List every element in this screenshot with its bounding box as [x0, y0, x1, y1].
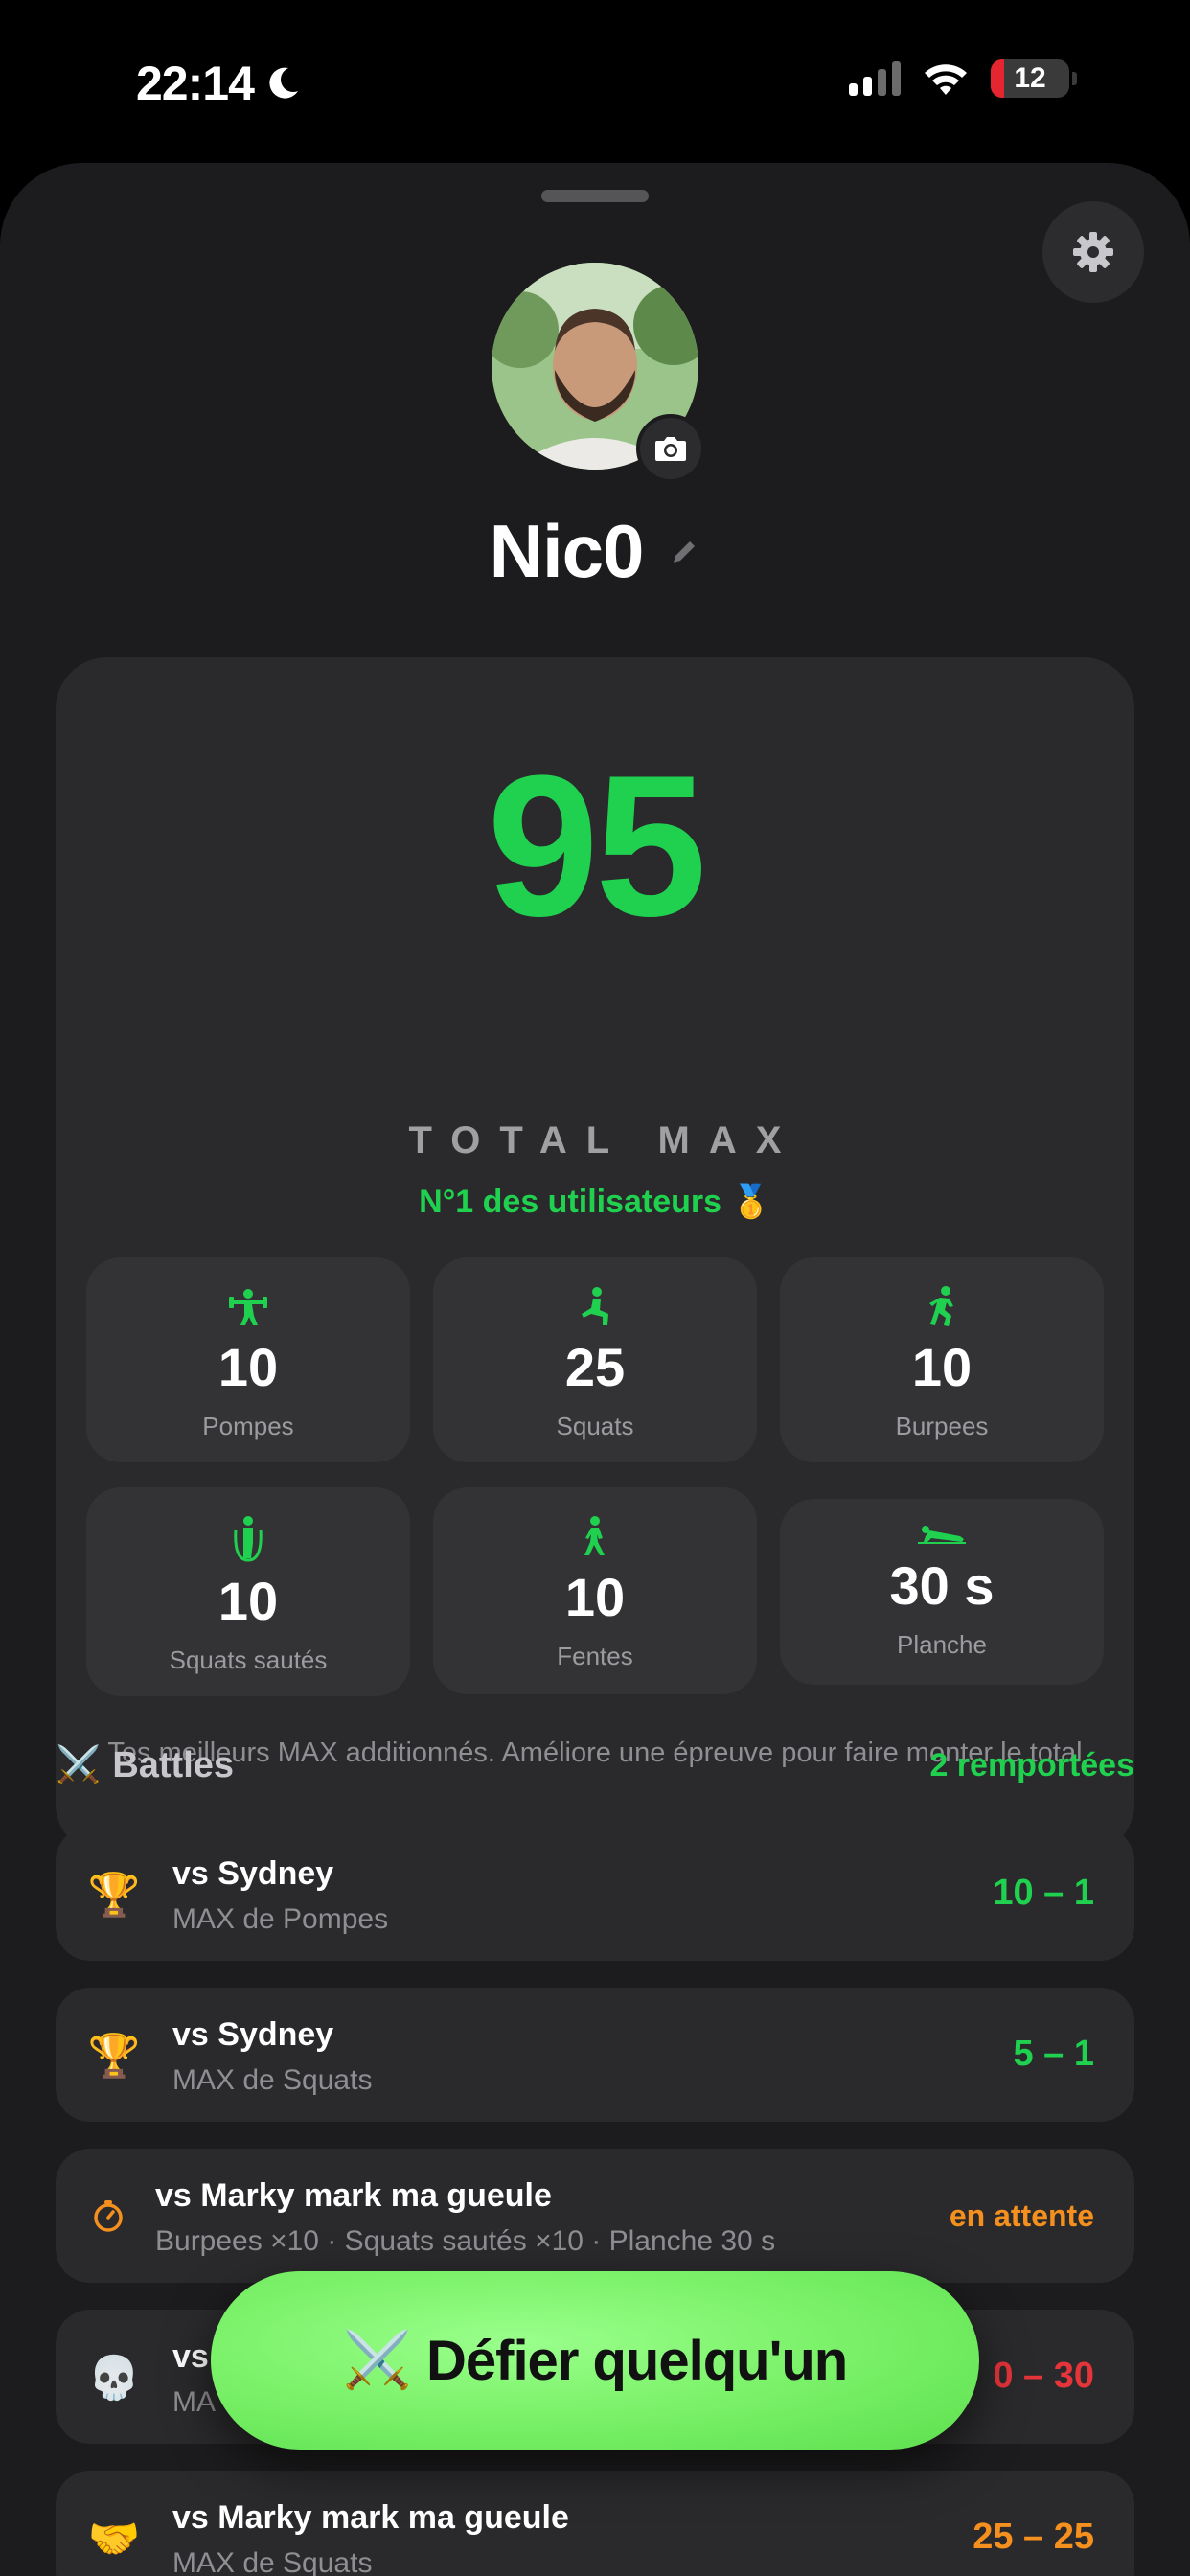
battle-opponent: vs Marky mark ma gueule — [172, 2499, 569, 2536]
pencil-icon[interactable] — [668, 536, 700, 568]
battle-opponent: vs Marky mark ma gueule — [155, 2177, 552, 2214]
total-max-card: 95 TOTAL MAX N°1 des utilisateurs 🥇 10 P… — [56, 657, 1134, 1855]
exercise-value: 10 — [564, 1567, 626, 1627]
status-time: 22:14 — [136, 56, 302, 111]
battles-header: ⚔️ Battles 2 remportées — [56, 1744, 1134, 1786]
exercise-label: Pompes — [202, 1412, 294, 1440]
trophy-icon: 🏆 — [87, 1872, 141, 1919]
battle-row[interactable]: vs Marky mark ma gueule Burpees ×10 · Sq… — [56, 2149, 1134, 2283]
weightlifter-icon — [229, 1289, 267, 1325]
wifi-icon — [925, 64, 967, 95]
exercise-value: 10 — [217, 1571, 279, 1631]
crossed-swords-icon: ⚔️ — [56, 1745, 102, 1785]
challenge-button-label: Défier quelqu'un — [425, 2329, 848, 2392]
profile-sheet: Nic0 95 TOTAL MAX N°1 des utilisateurs 🥇… — [0, 163, 1190, 2576]
jump-rope-icon — [234, 1516, 263, 1562]
battle-status: en attente — [949, 2198, 1094, 2233]
status-indicators: 12 — [849, 59, 1077, 98]
battle-score: 10 – 1 — [993, 1873, 1094, 1913]
settings-button[interactable] — [1042, 201, 1144, 303]
rank-text: N°1 des utilisateurs 🥇 — [419, 1184, 771, 1220]
squat-icon — [582, 1287, 608, 1325]
timer-icon — [84, 2193, 132, 2241]
profile-name: Nic0 — [489, 509, 645, 593]
total-max-value: 95 — [487, 733, 707, 958]
skull-icon: 💀 — [87, 2355, 141, 2402]
battles-title-text: Battles — [112, 1744, 235, 1785]
exercise-label: Squats — [556, 1412, 634, 1440]
exercise-label: Burpees — [895, 1412, 989, 1440]
plank-icon — [918, 1526, 966, 1544]
battle-row[interactable]: 🤝 vs Marky mark ma gueule MAX de Squats … — [56, 2471, 1134, 2576]
battle-row[interactable]: 🏆 vs Sydney MAX de Squats 5 – 1 — [56, 1988, 1134, 2122]
exercise-label: Planche — [897, 1630, 987, 1659]
trophy-icon: 🏆 — [87, 2033, 141, 2080]
battle-row[interactable]: 🏆 vs Sydney MAX de Pompes 10 – 1 — [56, 1827, 1134, 1961]
battle-challenge: MA — [172, 2386, 216, 2418]
battles-title: ⚔️ Battles — [56, 1744, 234, 1786]
runner-icon — [929, 1286, 953, 1326]
sheet-grabber[interactable] — [541, 190, 649, 202]
exercise-tile-pompes[interactable]: 10 Pompes — [86, 1257, 410, 1462]
exercise-label: Squats sautés — [169, 1645, 328, 1674]
exercise-value: 30 s — [889, 1555, 995, 1616]
battle-challenge: MAX de Pompes — [172, 1903, 389, 1935]
cellular-signal-icon — [849, 61, 901, 96]
exercise-value: 10 — [911, 1337, 973, 1397]
challenge-someone-button[interactable]: ⚔️ Défier quelqu'un — [211, 2271, 979, 2450]
battle-opponent: vs Sydney — [172, 1855, 334, 1892]
exercise-value: 25 — [564, 1337, 626, 1397]
walker-icon — [584, 1516, 605, 1555]
crossed-swords-icon: ⚔️ — [342, 2329, 412, 2391]
exercise-value: 10 — [217, 1337, 279, 1397]
battery-icon: 12 — [991, 59, 1069, 98]
clock-text: 22:14 — [136, 57, 255, 110]
battle-challenge: MAX de Squats — [172, 2547, 373, 2576]
moon-icon — [269, 67, 298, 99]
battle-score: 0 – 30 — [993, 2356, 1094, 2396]
battle-opponent: vs — [172, 2338, 209, 2375]
battle-challenge: Burpees ×10 · Squats sautés ×10 · Planch… — [155, 2225, 776, 2257]
battle-opponent: vs Sydney — [172, 2016, 334, 2053]
gear-icon — [1073, 232, 1113, 272]
exercise-tile-planche[interactable]: 30 s Planche — [780, 1499, 1104, 1685]
exercise-tile-squats-sautes[interactable]: 10 Squats sautés — [86, 1487, 410, 1696]
profile-name-row: Nic0 — [0, 508, 1190, 595]
handshake-icon: 🤝 — [87, 2516, 141, 2563]
exercise-label: Fentes — [557, 1642, 633, 1670]
battles-won-count: 2 remportées — [929, 1746, 1134, 1783]
battle-challenge: MAX de Squats — [172, 2064, 373, 2096]
battle-score: 5 – 1 — [1013, 2034, 1094, 2074]
battery-percent: 12 — [1014, 62, 1046, 94]
status-bar: 22:14 12 — [0, 0, 1190, 163]
exercise-tile-fentes[interactable]: 10 Fentes — [433, 1487, 757, 1694]
exercise-tile-squats[interactable]: 25 Squats — [433, 1257, 757, 1462]
exercise-tile-burpees[interactable]: 10 Burpees — [780, 1257, 1104, 1462]
total-max-label: TOTAL MAX — [408, 1119, 801, 1162]
change-photo-button[interactable] — [636, 414, 705, 483]
camera-icon — [655, 437, 686, 461]
battle-score: 25 – 25 — [973, 2517, 1094, 2557]
